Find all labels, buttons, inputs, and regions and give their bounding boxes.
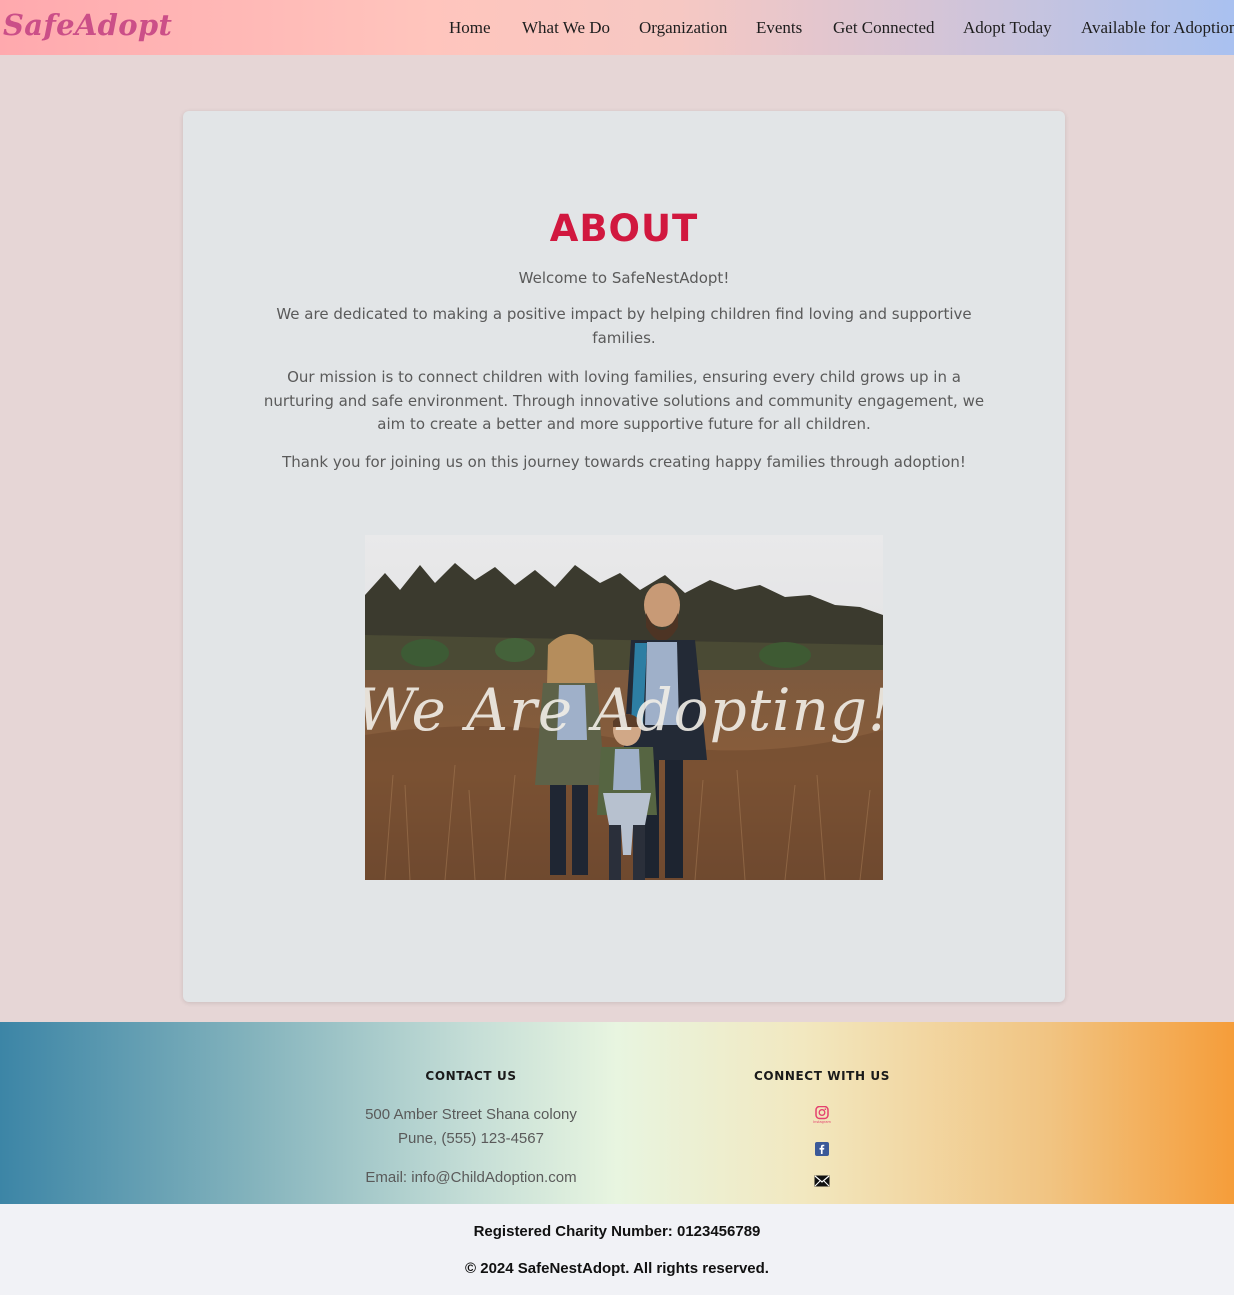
facebook-icon[interactable] — [812, 1140, 832, 1158]
contact-heading: CONTACT US — [425, 1069, 517, 1083]
instagram-icon[interactable]: Instagram — [812, 1106, 832, 1124]
intro-paragraph: We are dedicated to making a positive im… — [276, 305, 972, 347]
thanks-paragraph: Thank you for joining us on this journey… — [282, 453, 966, 471]
copyright: © 2024 SafeNestAdopt. All rights reserve… — [465, 1260, 769, 1277]
contact-email[interactable]: Email: info@ChildAdoption.com — [321, 1169, 621, 1186]
mission-paragraph: Our mission is to connect children with … — [263, 368, 985, 433]
site-footer: CONTACT US 500 Amber Street Shana colony… — [0, 1022, 1234, 1204]
site-header: SafeAdopt Home What We Do Organization E… — [0, 0, 1234, 55]
nav-home[interactable]: Home — [449, 18, 491, 38]
address-line-2: Pune, (555) 123-4567 — [398, 1130, 544, 1147]
email-icon[interactable] — [812, 1172, 832, 1190]
nav-events[interactable]: Events — [756, 18, 802, 38]
nav-what-we-do[interactable]: What We Do — [522, 18, 610, 38]
about-card: ABOUT Welcome to SafeNestAdopt! We are d… — [183, 111, 1065, 1002]
nav-organization[interactable]: Organization — [639, 18, 727, 38]
connect-heading: CONNECT WITH US — [754, 1069, 890, 1083]
address-line-1: 500 Amber Street Shana colony — [365, 1106, 577, 1123]
page-title: ABOUT — [549, 207, 699, 250]
nav-adopt-today[interactable]: Adopt Today — [963, 18, 1052, 38]
nav-get-connected[interactable]: Get Connected — [833, 18, 935, 38]
nav-available-for-adoption[interactable]: Available for Adoption — [1081, 18, 1234, 38]
adoption-family-photo: We Are Adopting! — [365, 535, 883, 880]
charity-number: Registered Charity Number: 0123456789 — [473, 1223, 761, 1240]
welcome-text: Welcome to SafeNestAdopt! — [518, 269, 730, 287]
instagram-label: Instagram — [813, 1120, 831, 1124]
bottom-bar: Registered Charity Number: 0123456789 © … — [0, 1204, 1234, 1295]
main-nav: Home What We Do Organization Events Get … — [0, 18, 1234, 38]
photo-caption: We Are Adopting! — [365, 676, 883, 744]
